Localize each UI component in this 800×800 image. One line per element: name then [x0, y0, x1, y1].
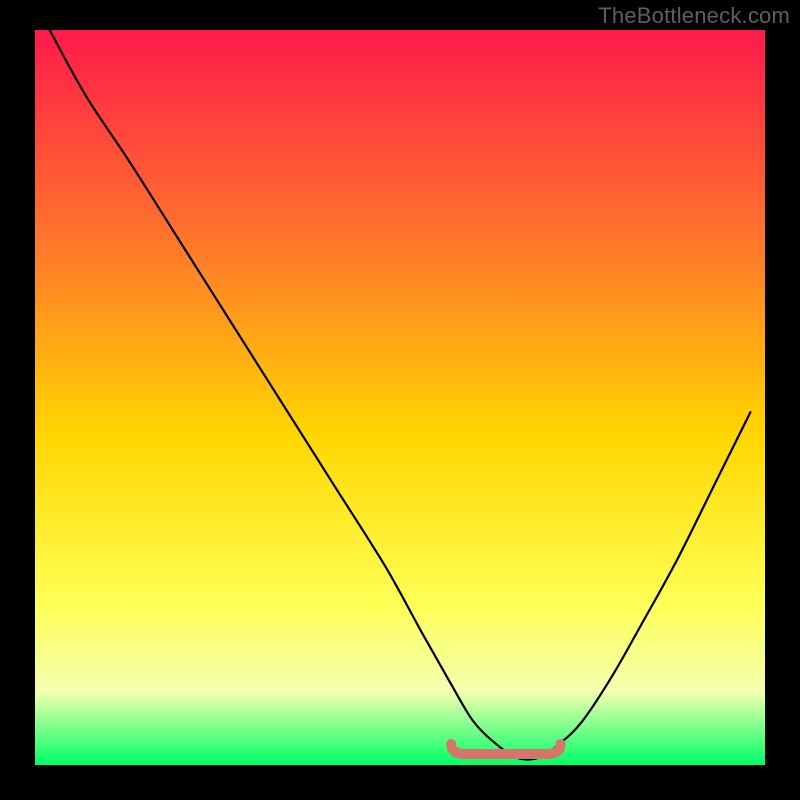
plot-area [35, 30, 765, 765]
chart-frame: TheBottleneck.com [0, 0, 800, 800]
chart-svg [35, 30, 765, 765]
attribution-label: TheBottleneck.com [598, 3, 790, 29]
gradient-background [35, 30, 765, 765]
